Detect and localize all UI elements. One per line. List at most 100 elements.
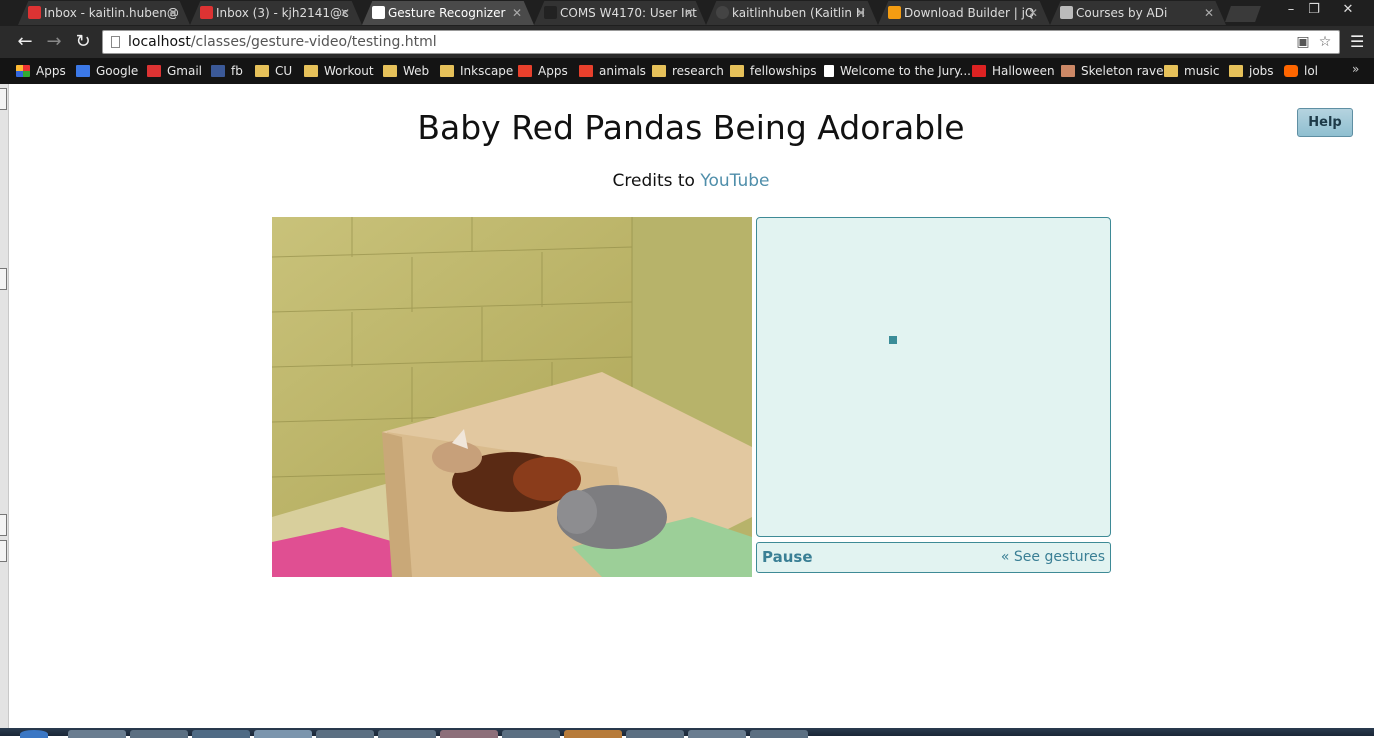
credits-line: Credits to YouTube xyxy=(0,171,1374,191)
gmail-icon xyxy=(28,6,41,19)
tab-gesture-recognizer[interactable]: Gesture Recognizer ✕ xyxy=(362,1,534,25)
tab-label: Inbox - kaitlin.huben@ xyxy=(44,6,179,20)
url-text: localhost/classes/gesture-video/testing.… xyxy=(128,34,437,50)
bookmark-bf-apps[interactable]: Apps xyxy=(518,62,568,80)
gesture-canvas[interactable] xyxy=(756,217,1111,537)
taskbar-app[interactable] xyxy=(130,730,188,738)
google-icon xyxy=(76,65,90,77)
page-icon xyxy=(111,36,120,48)
tab-gmail-2[interactable]: Inbox (3) - kjh2141@c ✕ xyxy=(190,1,362,25)
gutter-handle[interactable] xyxy=(0,540,7,562)
close-icon[interactable]: ✕ xyxy=(1204,1,1214,25)
close-icon[interactable]: ✕ xyxy=(512,1,522,25)
taskbar-app[interactable] xyxy=(440,730,498,738)
gutter-handle[interactable] xyxy=(0,514,7,536)
tab-label: COMS W4170: User Int xyxy=(560,6,697,20)
new-tab-button[interactable] xyxy=(1225,6,1261,22)
restore-icon[interactable]: ❐ xyxy=(1303,1,1325,19)
star-icon[interactable]: ☆ xyxy=(1317,34,1333,50)
courseworks-icon xyxy=(544,6,557,19)
pause-button[interactable]: Pause xyxy=(762,548,813,566)
close-icon[interactable]: ✕ xyxy=(684,1,694,25)
bookmark-fellowships[interactable]: fellowships xyxy=(730,62,817,80)
taskbar-app[interactable] xyxy=(192,730,250,738)
back-icon[interactable]: ← xyxy=(12,30,38,54)
tab-gmail-1[interactable]: Inbox - kaitlin.huben@ ✕ xyxy=(18,1,190,25)
bookmark-fb[interactable]: fb xyxy=(211,62,243,80)
gmail-icon xyxy=(147,65,161,77)
taskbar-app[interactable] xyxy=(502,730,560,738)
bookmark-skeleton-rave[interactable]: Skeleton rave xyxy=(1061,62,1163,80)
bookmarks-overflow-icon[interactable]: » xyxy=(1352,62,1359,76)
page-icon xyxy=(372,6,385,19)
tab-courses[interactable]: Courses by ADi ✕ xyxy=(1050,1,1226,25)
bookmark-apps[interactable]: Apps xyxy=(16,62,66,80)
close-icon[interactable]: ✕ xyxy=(168,1,178,25)
tab-strip: Inbox - kaitlin.huben@ ✕ Inbox (3) - kjh… xyxy=(0,0,1374,26)
tab-coms[interactable]: COMS W4170: User Int ✕ xyxy=(534,1,706,25)
tab-github[interactable]: kaitlinhuben (Kaitlin H ✕ xyxy=(706,1,878,25)
bookmark-google[interactable]: Google xyxy=(76,62,138,80)
forward-icon[interactable]: → xyxy=(41,30,67,54)
tab-label: kaitlinhuben (Kaitlin H xyxy=(732,6,865,20)
taskbar-app[interactable] xyxy=(564,730,622,738)
page-title: Baby Red Pandas Being Adorable xyxy=(417,108,965,147)
taskbar-app[interactable] xyxy=(378,730,436,738)
bookmark-welcome-jury[interactable]: Welcome to the Jury... xyxy=(824,62,971,80)
tab-label: Inbox (3) - kjh2141@c xyxy=(216,6,349,20)
taskbar-app[interactable] xyxy=(626,730,684,738)
github-icon xyxy=(716,6,729,19)
menu-icon[interactable]: ☰ xyxy=(1350,34,1366,50)
video-player[interactable] xyxy=(272,217,752,577)
bookmark-gmail[interactable]: Gmail xyxy=(147,62,202,80)
help-button[interactable]: Help xyxy=(1297,108,1353,137)
bookmark-web[interactable]: Web xyxy=(383,62,429,80)
tab-label: Download Builder | jQ xyxy=(904,6,1035,20)
close-icon[interactable]: ✕ xyxy=(340,1,350,25)
apps-icon xyxy=(16,65,30,77)
tab-jquery[interactable]: Download Builder | jQ ✕ xyxy=(878,1,1050,25)
reload-icon[interactable]: ↻ xyxy=(70,30,96,54)
extension-icon[interactable]: ▣ xyxy=(1295,34,1311,50)
folder-icon xyxy=(730,65,744,77)
taskbar-app[interactable] xyxy=(316,730,374,738)
see-gestures-link[interactable]: « See gestures xyxy=(1001,549,1105,565)
gmail-icon xyxy=(200,6,213,19)
bookmark-halloween[interactable]: Halloween xyxy=(972,62,1055,80)
bookmark-inkscape[interactable]: Inkscape xyxy=(440,62,513,80)
bookmark-animals[interactable]: animals xyxy=(579,62,646,80)
bookmark-music[interactable]: music xyxy=(1164,62,1219,80)
youtube-icon xyxy=(972,65,986,77)
youtube-link[interactable]: YouTube xyxy=(700,171,769,191)
gutter-handle[interactable] xyxy=(0,268,7,290)
bookmarks-bar: Apps Google Gmail fb CU Workout Web Inks… xyxy=(0,58,1374,84)
minimize-icon[interactable]: – xyxy=(1280,1,1302,19)
close-window-icon[interactable]: ✕ xyxy=(1331,1,1365,19)
folder-icon xyxy=(652,65,666,77)
folder-icon xyxy=(255,65,269,77)
buzzfeed-icon xyxy=(518,65,532,77)
bookmark-workout[interactable]: Workout xyxy=(304,62,374,80)
red-panda-video-frame xyxy=(272,217,752,577)
bookmark-lol[interactable]: lol xyxy=(1284,62,1318,80)
taskbar-app[interactable] xyxy=(750,730,808,738)
credits-prefix: Credits to xyxy=(612,171,701,191)
blogger-icon xyxy=(1284,65,1298,77)
gutter-handle[interactable] xyxy=(0,88,7,110)
bookmark-research[interactable]: research xyxy=(652,62,724,80)
taskbar-app[interactable] xyxy=(688,730,746,738)
close-icon[interactable]: ✕ xyxy=(1028,1,1038,25)
address-bar[interactable]: localhost/classes/gesture-video/testing.… xyxy=(102,30,1340,54)
folder-icon xyxy=(440,65,454,77)
taskbar-app[interactable] xyxy=(254,730,312,738)
tab-label: Courses by ADi xyxy=(1076,6,1168,20)
bookmark-cu[interactable]: CU xyxy=(255,62,292,80)
close-icon[interactable]: ✕ xyxy=(856,1,866,25)
os-taskbar xyxy=(0,728,1374,738)
folder-icon xyxy=(383,65,397,77)
start-button[interactable] xyxy=(20,730,48,738)
bookmark-jobs[interactable]: jobs xyxy=(1229,62,1274,80)
taskbar-app[interactable] xyxy=(68,730,126,738)
controls-bar: Pause « See gestures xyxy=(756,542,1111,573)
buzzfeed-icon xyxy=(579,65,593,77)
